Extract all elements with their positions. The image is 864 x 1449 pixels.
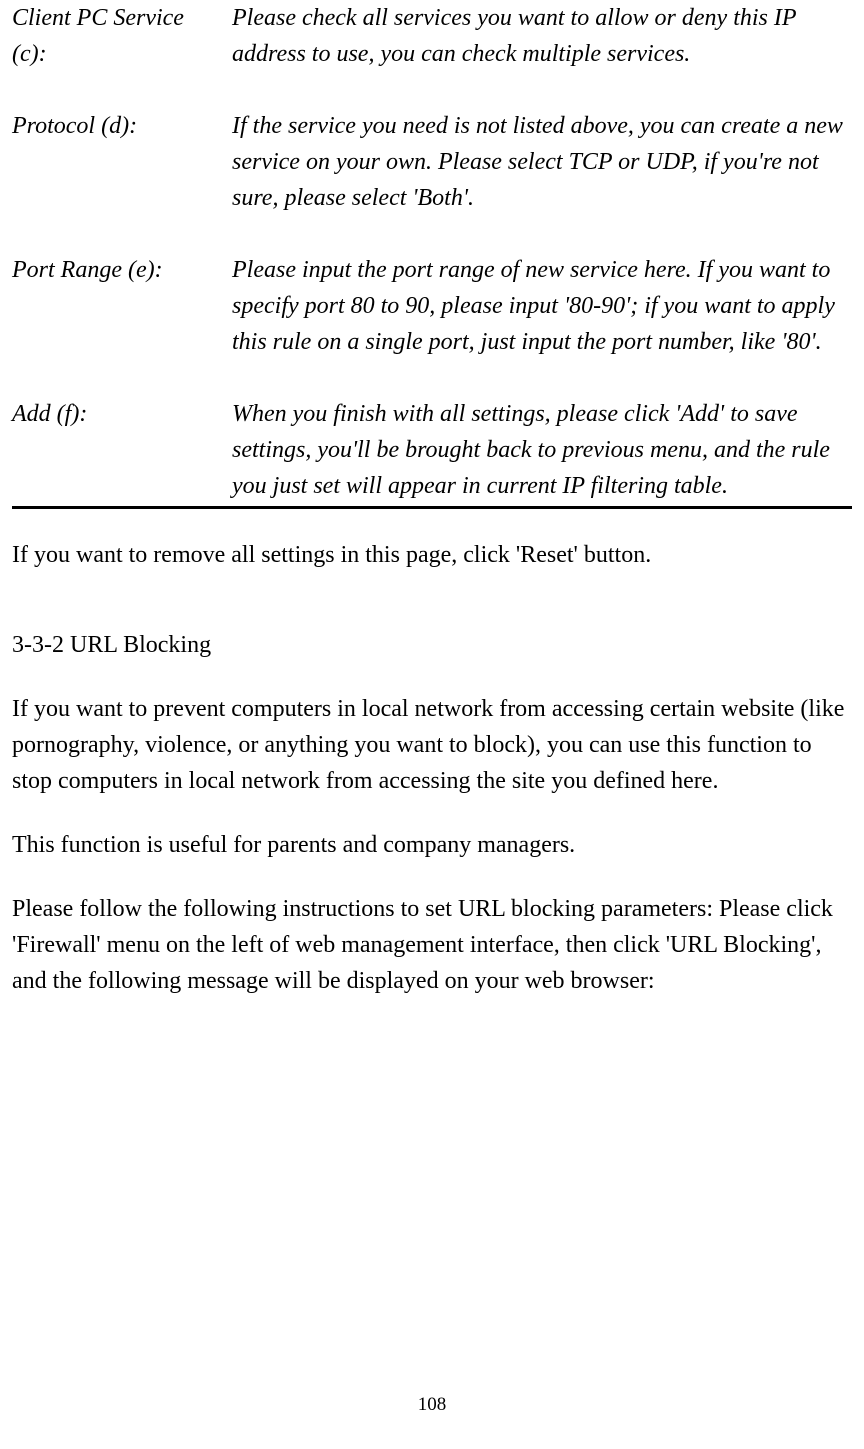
url-blocking-intro: If you want to prevent computers in loca… (12, 691, 852, 799)
definition-row-add: Add (f): When you finish with all settin… (12, 396, 852, 508)
reset-note: If you want to remove all settings in th… (12, 537, 852, 573)
term-port-range: Port Range (e): (12, 252, 232, 360)
useful-for: This function is useful for parents and … (12, 827, 852, 863)
term-client-pc: Client PC Service (c): (12, 0, 232, 72)
definition-row-client-pc: Client PC Service (c): Please check all … (12, 0, 852, 72)
page-number: 108 (0, 1391, 864, 1420)
desc-protocol: If the service you need is not listed ab… (232, 108, 852, 216)
desc-port-range: Please input the port range of new servi… (232, 252, 852, 360)
instructions: Please follow the following instructions… (12, 891, 852, 999)
definition-row-protocol: Protocol (d): If the service you need is… (12, 108, 852, 216)
definition-table: Client PC Service (c): Please check all … (12, 0, 852, 509)
term-add: Add (f): (12, 396, 232, 508)
definition-row-port-range: Port Range (e): Please input the port ra… (12, 252, 852, 360)
section-heading: 3-3-2 URL Blocking (12, 627, 852, 663)
desc-add: When you finish with all settings, pleas… (232, 396, 852, 508)
term-protocol: Protocol (d): (12, 108, 232, 216)
desc-client-pc: Please check all services you want to al… (232, 0, 852, 72)
